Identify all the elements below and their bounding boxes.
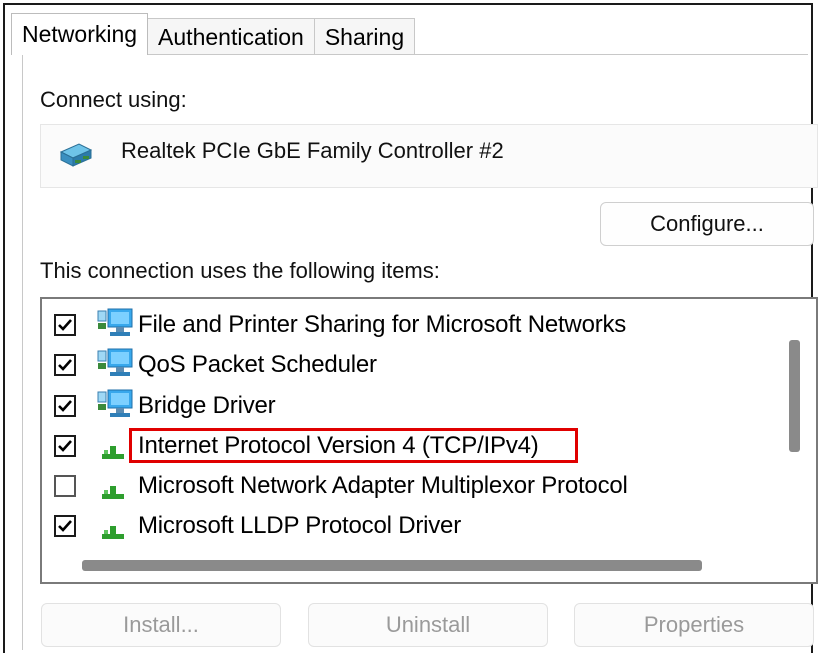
connect-using-label: Connect using:: [40, 87, 187, 112]
properties-button[interactable]: Properties: [574, 603, 814, 647]
list-item-selected[interactable]: Internet Protocol Version 4 (TCP/IPv4): [52, 425, 772, 465]
network-service-icon: [97, 389, 133, 417]
vertical-scrollbar-thumb[interactable]: [789, 340, 800, 452]
tab-sharing[interactable]: Sharing: [313, 18, 416, 55]
configure-button[interactable]: Configure...: [600, 202, 814, 246]
checkbox-checked[interactable]: [54, 435, 76, 457]
item-label: Bridge Driver: [138, 392, 276, 419]
list-item[interactable]: Microsoft LLDP Protocol Driver: [52, 505, 772, 545]
item-label: Microsoft Network Adapter Multiplexor Pr…: [138, 472, 628, 499]
adapter-box: Realtek PCIe GbE Family Controller #2: [40, 124, 818, 188]
network-adapter-icon: [59, 143, 93, 167]
tab-strip: Networking Authentication Sharing: [11, 13, 416, 55]
item-label: Internet Protocol Version 4 (TCP/IPv4): [138, 432, 539, 459]
item-label: QoS Packet Scheduler: [138, 351, 377, 378]
checkbox-unchecked[interactable]: [54, 475, 76, 497]
adapter-name: Realtek PCIe GbE Family Controller #2: [121, 138, 504, 163]
install-button[interactable]: Install...: [41, 603, 281, 647]
item-label: Microsoft LLDP Protocol Driver: [138, 512, 461, 539]
checkbox-checked[interactable]: [54, 354, 76, 376]
protocol-icon: [102, 526, 124, 539]
checkbox-checked[interactable]: [54, 314, 76, 336]
checkbox-checked[interactable]: [54, 515, 76, 537]
item-label: File and Printer Sharing for Microsoft N…: [138, 311, 627, 338]
protocol-icon: [102, 486, 124, 499]
horizontal-scrollbar-thumb[interactable]: [82, 560, 702, 571]
list-item[interactable]: Bridge Driver: [52, 385, 772, 425]
network-service-icon: [97, 308, 133, 336]
tab-networking[interactable]: Networking: [11, 13, 149, 55]
checkbox-checked[interactable]: [54, 395, 76, 417]
protocol-icon: [102, 446, 124, 459]
network-service-icon: [97, 348, 133, 376]
list-item[interactable]: QoS Packet Scheduler: [52, 344, 772, 384]
components-list[interactable]: File and Printer Sharing for Microsoft N…: [40, 297, 818, 584]
list-item[interactable]: File and Printer Sharing for Microsoft N…: [52, 304, 772, 344]
tab-authentication[interactable]: Authentication: [147, 18, 315, 55]
items-label: This connection uses the following items…: [40, 258, 440, 283]
uninstall-button[interactable]: Uninstall: [308, 603, 548, 647]
list-item[interactable]: Microsoft Network Adapter Multiplexor Pr…: [52, 465, 772, 505]
